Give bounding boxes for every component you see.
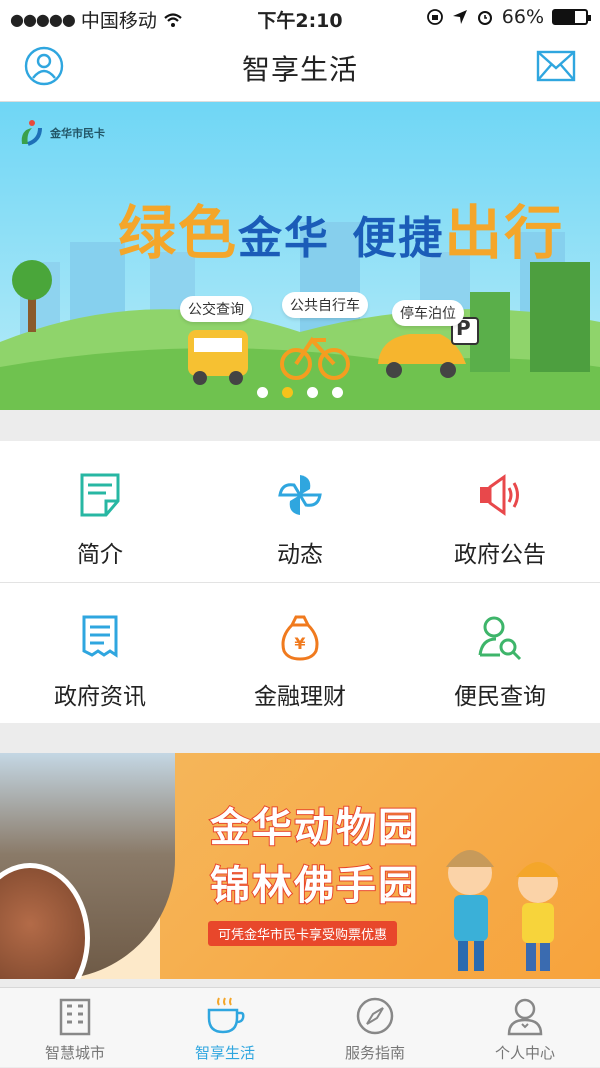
tab-label: 智享生活: [194, 1044, 255, 1062]
battery-icon: [552, 9, 591, 25]
promo-banner[interactable]: 金华动物园 锦林佛手园 可凭金华市民卡享受购票优惠: [0, 753, 600, 979]
navigation-bar: 智享生活: [0, 34, 600, 102]
grid-item-label: 政府资讯: [54, 684, 146, 710]
headline-part-a: 绿色: [118, 199, 239, 267]
money-bag-icon: ¥: [281, 615, 319, 661]
rotation-lock-icon: [426, 9, 443, 25]
promo-subtitle: 可凭金华市民卡享受购票优惠: [208, 921, 398, 946]
promo-title-line2: 锦林佛手园: [209, 862, 420, 910]
headline-part-b: 金华: [238, 213, 331, 264]
logo-icon: [21, 120, 42, 146]
grid-row-2: 政府资讯 ¥ 金融理财 便民查询: [0, 582, 600, 723]
tab-label: 服务指南: [344, 1044, 405, 1062]
megaphone-icon: [480, 474, 519, 516]
grid-item-label: 便民查询: [454, 684, 546, 710]
alarm-icon: [477, 11, 492, 25]
carousel-dot[interactable]: [282, 387, 293, 398]
page-title: 智享生活: [241, 53, 358, 86]
city-card-logo: 金华市民卡: [18, 118, 105, 148]
tab-label: 个人中心: [494, 1044, 555, 1062]
promo-title-line1: 金华动物园: [209, 804, 420, 852]
grid-item-label: 政府公告: [454, 542, 546, 568]
grid-item-label: 金融理财: [254, 684, 346, 710]
mail-icon[interactable]: [536, 48, 576, 84]
carousel-dot[interactable]: [307, 387, 318, 398]
grid-row-1: 简介 动态 政府公告: [0, 441, 600, 582]
banner-carousel[interactable]: P 金华市民卡 绿色金华 便捷出行 公交查询 公共自行车 停车泊位: [0, 102, 600, 410]
banner-headline: 绿色金华 便捷出行: [118, 186, 564, 270]
grid-item-label: 简介: [77, 542, 123, 568]
document-icon: [80, 473, 120, 517]
tag-parking: 停车泊位: [392, 300, 464, 326]
city-building-icon: [59, 998, 91, 1036]
status-bar: ●●●●● 中国移动 下午2:10 66%: [0, 0, 600, 34]
battery-level: [554, 11, 576, 23]
user-search-icon: [478, 616, 522, 661]
compass-icon: [356, 997, 394, 1035]
headline-part-d: 出行: [444, 199, 565, 267]
tag-public-bike: 公共自行车: [282, 292, 368, 318]
grid-item-public-query[interactable]: 便民查询: [400, 583, 600, 724]
tab-bar: 智慧城市 智享生活 服务指南 个人中心: [0, 987, 600, 1067]
tab-smart-life[interactable]: 智享生活: [150, 988, 300, 1068]
tab-personal-center[interactable]: 个人中心: [450, 988, 600, 1068]
pinwheel-icon: [278, 475, 322, 515]
grid-item-gov-info[interactable]: 政府资讯: [0, 583, 200, 724]
tab-label: 智慧城市: [44, 1044, 105, 1062]
svg-text:¥: ¥: [294, 634, 305, 653]
carousel-dot[interactable]: [332, 387, 343, 398]
status-right: 66%: [426, 6, 591, 28]
battery-percent: 66%: [501, 6, 544, 28]
grid-item-news[interactable]: 动态: [200, 441, 400, 582]
headline-part-c: 便捷: [352, 213, 445, 264]
tag-bus-query: 公交查询: [180, 296, 252, 322]
carousel-dot[interactable]: [257, 387, 268, 398]
grid-item-intro[interactable]: 简介: [0, 441, 200, 582]
tab-smart-city[interactable]: 智慧城市: [0, 988, 150, 1068]
tab-service-guide[interactable]: 服务指南: [300, 988, 450, 1068]
grid-item-gov-notice[interactable]: 政府公告: [400, 441, 600, 582]
carousel-indicator: [0, 387, 600, 398]
grid-item-finance[interactable]: ¥ 金融理财: [200, 583, 400, 724]
grid-item-label: 动态: [277, 542, 323, 568]
logo-text: 金华市民卡: [50, 127, 105, 140]
function-grid: 简介 动态 政府公告 政府资讯 ¥ 金融理财 便民查询: [0, 441, 600, 723]
kids-illustration: [446, 850, 560, 971]
coffee-cup-icon: [207, 997, 245, 1034]
person-icon: [507, 998, 543, 1036]
list-document-icon: [82, 615, 118, 658]
location-arrow-icon: [452, 10, 467, 24]
